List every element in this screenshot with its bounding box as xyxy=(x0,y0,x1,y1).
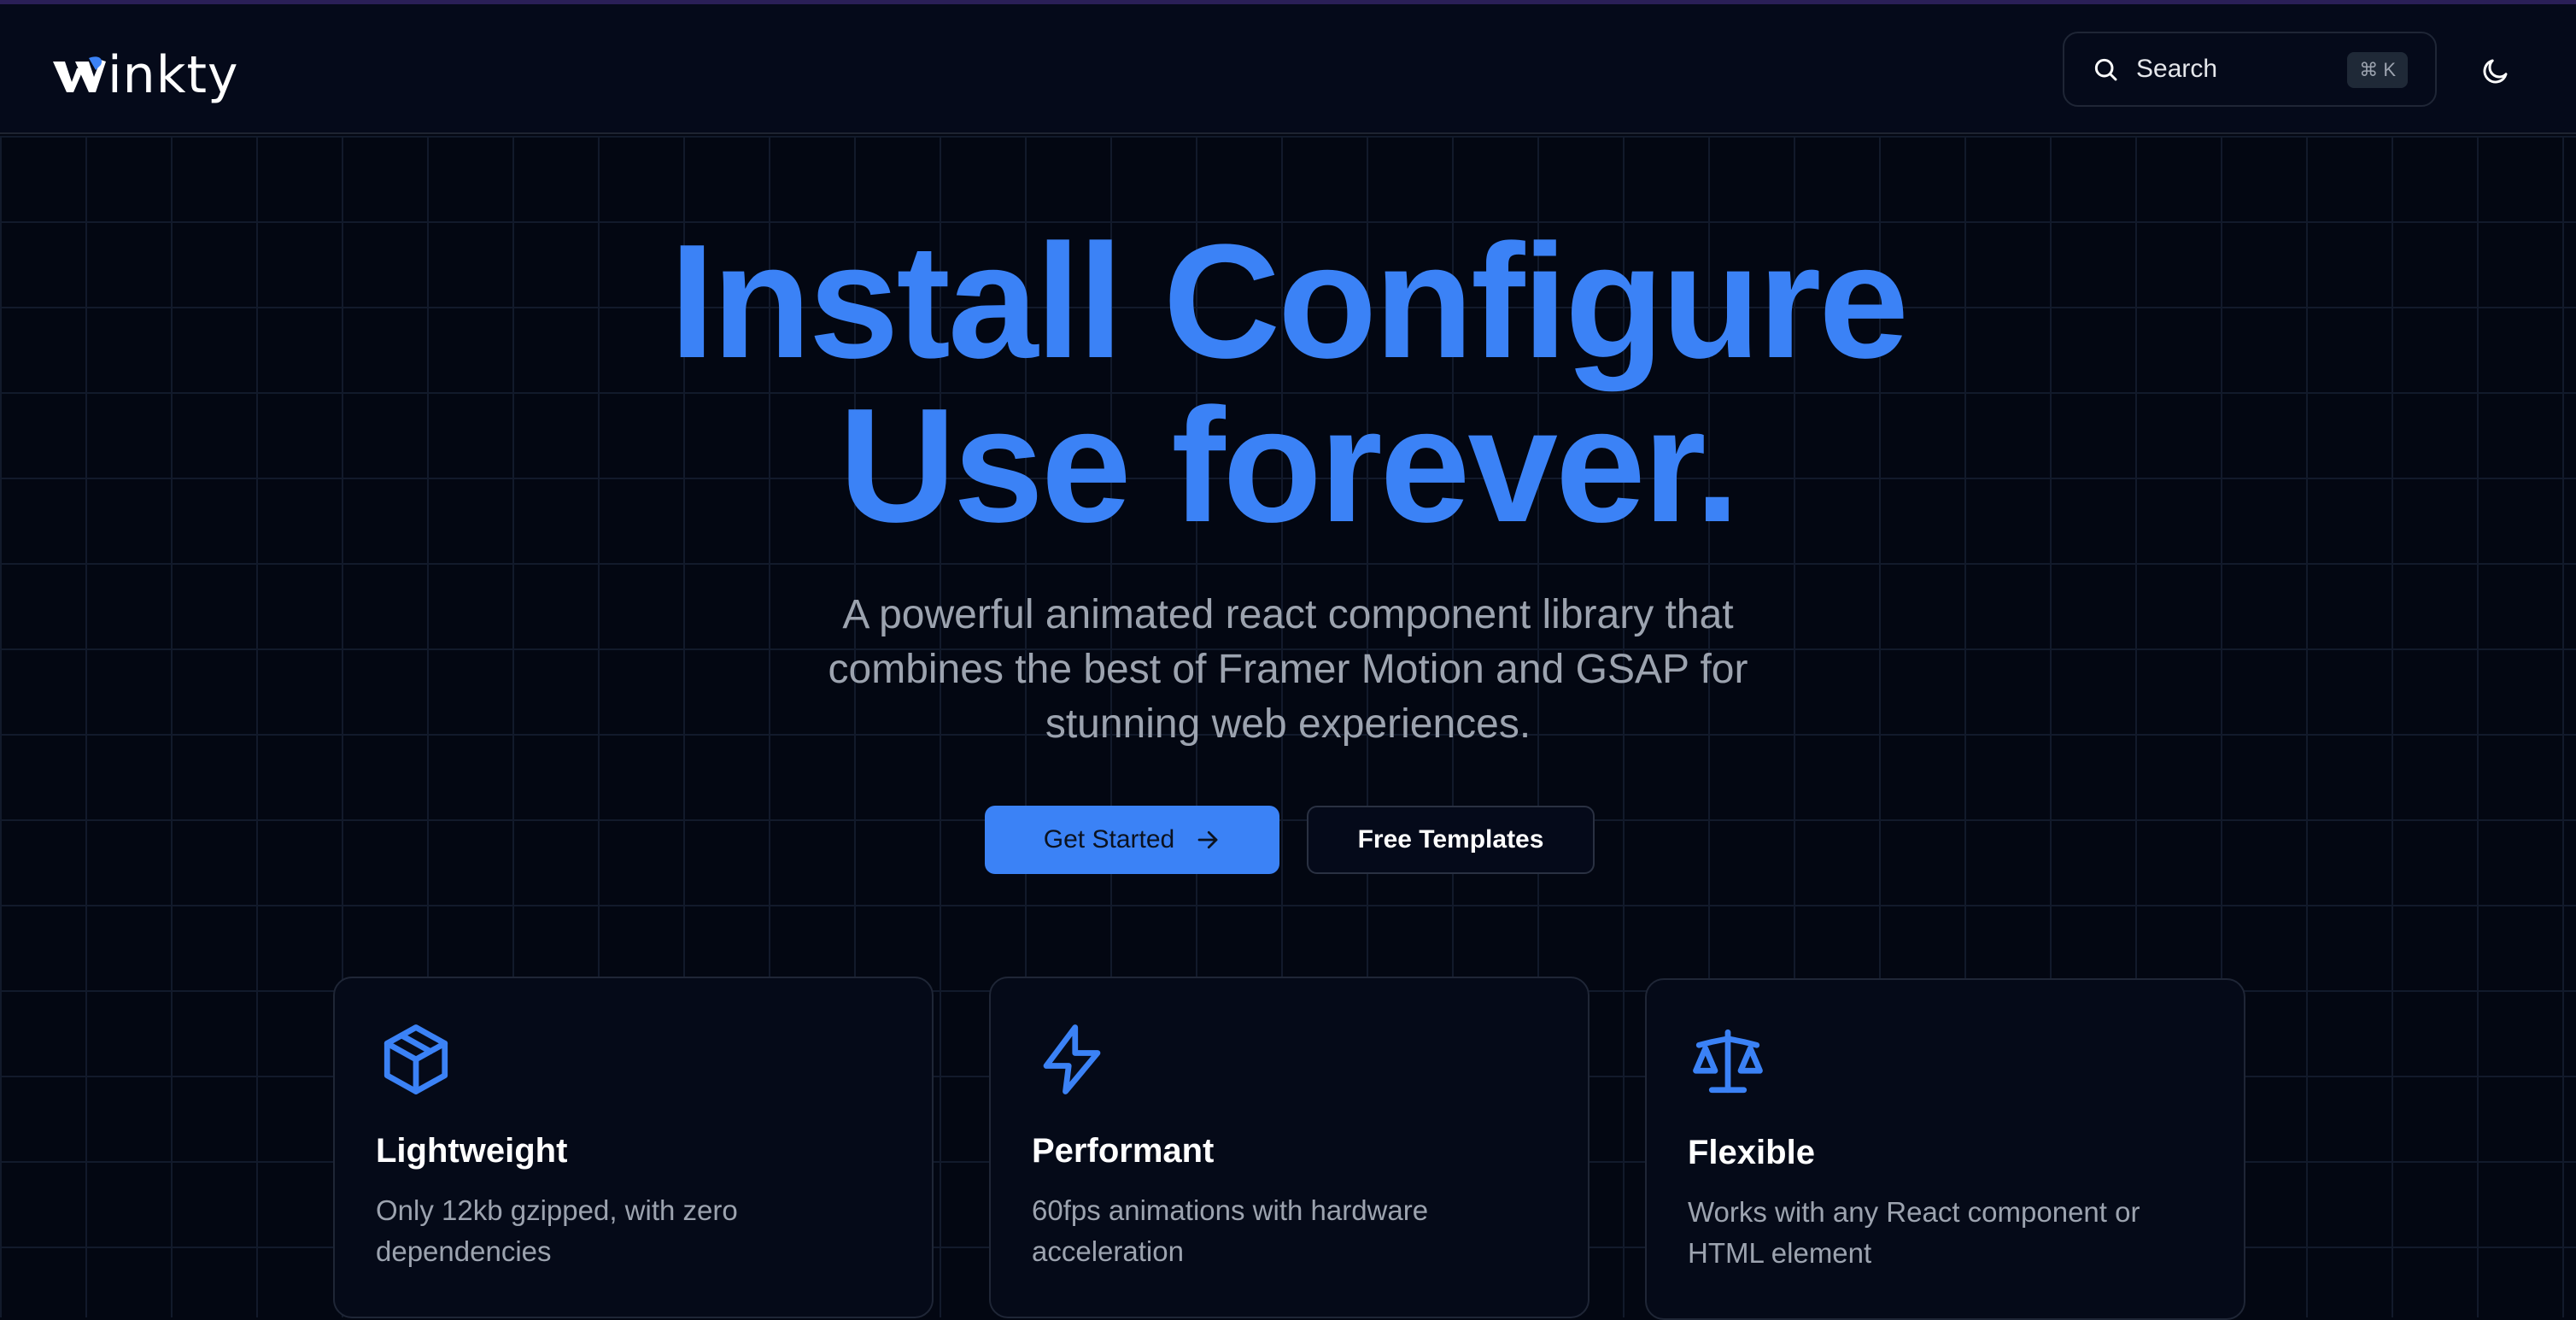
scale-icon xyxy=(1693,1029,1763,1094)
get-started-label: Get Started xyxy=(1043,825,1175,854)
logo-mark-icon xyxy=(53,56,106,92)
hero-subtitle: A powerful animated react component libr… xyxy=(828,592,1748,747)
arrow-right-icon xyxy=(1197,830,1218,849)
moon-icon[interactable] xyxy=(2480,56,2511,86)
hero-title-line-1: Install Configure xyxy=(670,211,1909,392)
site-header: inkty Search ⌘ K xyxy=(0,4,2576,134)
feature-card-lightweight: Lightweight Only 12kb gzipped, with zero… xyxy=(333,977,934,1318)
search-button[interactable]: Search ⌘ K xyxy=(2063,32,2437,107)
feature-title: Flexible xyxy=(1688,1134,1815,1171)
get-started-button[interactable]: Get Started xyxy=(985,806,1279,874)
logo-text: inkty xyxy=(108,45,239,105)
feature-card-flexible: Flexible Works with any React component … xyxy=(1645,978,2245,1320)
hero-title-line-2: Use forever. xyxy=(839,375,1740,556)
free-templates-button[interactable]: Free Templates xyxy=(1307,806,1595,874)
search-shortcut-badge: ⌘ K xyxy=(2347,52,2408,88)
site-logo[interactable]: inkty xyxy=(51,45,238,105)
feature-description: 60fps animations with hardware accelerat… xyxy=(1032,1194,1429,1267)
free-templates-label: Free Templates xyxy=(1357,825,1544,854)
feature-title: Performant xyxy=(1032,1132,1215,1170)
lightning-icon xyxy=(1043,1024,1101,1094)
feature-description: Works with any React component or HTML e… xyxy=(1688,1196,2140,1269)
feature-title: Lightweight xyxy=(376,1132,568,1170)
feature-description: Only 12kb gzipped, with zero dependencie… xyxy=(376,1194,738,1267)
search-label: Search xyxy=(2136,55,2218,83)
search-icon xyxy=(2094,58,2117,81)
package-icon xyxy=(383,1024,448,1094)
feature-card-performant: Performant 60fps animations with hardwar… xyxy=(989,977,1590,1318)
